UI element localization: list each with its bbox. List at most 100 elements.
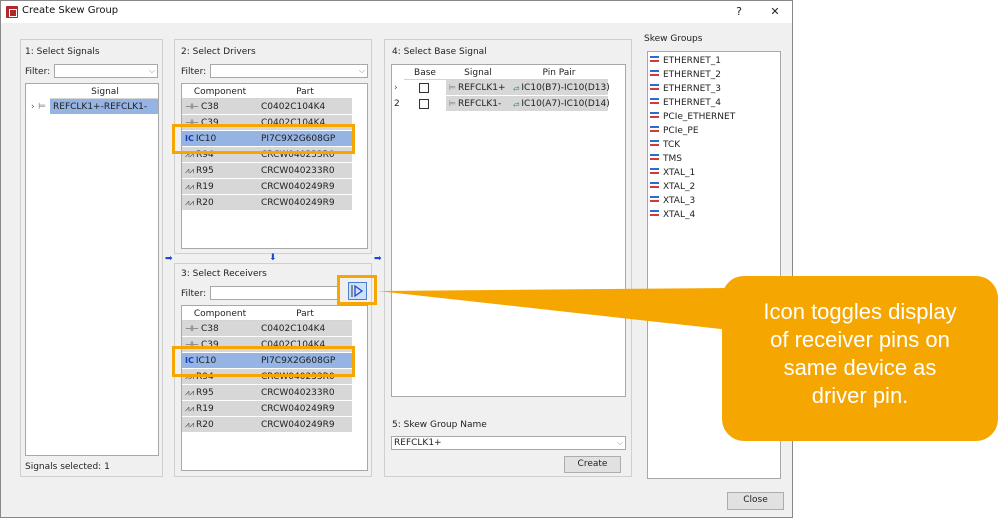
- col-signal: Signal: [446, 66, 510, 80]
- list-item[interactable]: XTAL_1: [650, 166, 695, 180]
- base-signal-header: 4: Select Base Signal: [392, 47, 487, 57]
- resistor-icon: ⩘⩘: [185, 198, 195, 207]
- highlight-driver-ic10: [172, 124, 355, 154]
- receivers-header: 3: Select Receivers: [181, 269, 267, 279]
- callout-line: of receiver pins on: [770, 327, 950, 352]
- table-row[interactable]: ⩘⩘ R19 CRCW040249R9: [182, 401, 352, 417]
- receivers-filter-input[interactable]: [210, 286, 340, 300]
- table-row[interactable]: ⊣⊢ C38 C0402C104K4: [182, 321, 352, 337]
- drivers-filter-input[interactable]: ⌵: [210, 64, 368, 78]
- app-icon: [6, 6, 18, 18]
- list-item[interactable]: XTAL_3: [650, 194, 695, 208]
- col-base: Base: [404, 66, 446, 80]
- skew-group-icon: [650, 139, 660, 148]
- receivers-filter-label: Filter:: [181, 289, 207, 299]
- skew-groups-header: Skew Groups: [644, 34, 703, 44]
- skew-group-icon: [650, 83, 660, 92]
- part-number: CRCW040249R9: [258, 179, 352, 195]
- highlight-toggle-icon: [337, 275, 377, 305]
- chevron-down-icon: ⌵: [358, 66, 365, 75]
- drivers-col-part: Part: [258, 85, 352, 99]
- table-row[interactable]: ⩘⩘ R95 CRCW040233R0: [182, 163, 352, 179]
- callout-line: same device as: [783, 355, 937, 380]
- signals-column-header: Signal: [50, 85, 158, 99]
- skew-group-icon: [650, 195, 660, 204]
- table-row[interactable]: ⩘⩘ R19 CRCW040249R9: [182, 179, 352, 195]
- table-row[interactable]: 2 ⊨ REFCLK1- ⥄ IC10(A7)-IC10(D14): [392, 96, 625, 112]
- list-item[interactable]: XTAL_2: [650, 180, 695, 194]
- highlight-receiver-ic10: [172, 346, 355, 377]
- chevron-down-icon: ⌵: [616, 438, 623, 447]
- list-item[interactable]: ETHERNET_3: [650, 82, 721, 96]
- arrow-down-icon: ⬇: [269, 253, 277, 263]
- drivers-grid[interactable]: Component Part ⊣⊢ C38 C0402C104K4 ⊣⊢ C39 C…: [181, 83, 368, 249]
- capacitor-icon: ⊣⊢: [185, 102, 199, 111]
- component-name: R19: [196, 182, 214, 192]
- list-item[interactable]: TCK: [650, 138, 680, 152]
- component-name: R19: [196, 404, 214, 414]
- drivers-col-component: Component: [182, 85, 258, 99]
- part-number: CRCW040249R9: [258, 401, 352, 417]
- window-title: Create Skew Group: [22, 5, 119, 16]
- list-item[interactable]: PCIe_ETHERNET: [650, 110, 735, 124]
- pin-pair-icon: ⥄: [513, 83, 520, 92]
- component-name: R95: [196, 166, 214, 176]
- skew-group-icon: [650, 69, 660, 78]
- callout-line: driver pin.: [811, 383, 909, 408]
- pin-pair-icon: ⥄: [513, 99, 520, 108]
- list-item[interactable]: ETHERNET_1: [650, 54, 721, 68]
- signals-filter-label: Filter:: [25, 67, 51, 77]
- signals-panel: 1: Select Signals Filter: ⌵ Signal › ⊨ R…: [20, 39, 163, 477]
- title-bar: Create Skew Group ? ✕: [1, 1, 792, 23]
- skew-group-icon: [650, 181, 660, 190]
- help-button[interactable]: ?: [727, 3, 751, 21]
- signals-status: Signals selected: 1: [25, 462, 110, 472]
- row-indicator: ›: [394, 80, 404, 96]
- table-row[interactable]: ⊣⊢ C38 C0402C104K4: [182, 99, 352, 115]
- table-row[interactable]: ⩘⩘ R95 CRCW040233R0: [182, 385, 352, 401]
- close-window-button[interactable]: ✕: [763, 3, 787, 21]
- resistor-icon: ⩘⩘: [185, 166, 195, 175]
- table-row[interactable]: › ⊨ REFCLK1+ ⥄ IC10(B7)-IC10(D13): [392, 80, 625, 96]
- part-number: C0402C104K4: [258, 99, 352, 115]
- capacitor-icon: ⊣⊢: [185, 324, 199, 333]
- skew-group-icon: [650, 125, 660, 134]
- signals-filter-input[interactable]: ⌵: [54, 64, 158, 78]
- arrow-right-icon: ➡: [165, 254, 173, 264]
- part-number: CRCW040249R9: [258, 417, 352, 433]
- skew-group-name-input[interactable]: REFCLK1+ ⌵: [391, 436, 626, 450]
- list-item[interactable]: TMS: [650, 152, 682, 166]
- diff-pair-icon: ⊨: [449, 99, 456, 108]
- signal-name: REFCLK1+: [457, 83, 506, 93]
- part-number: CRCW040249R9: [258, 195, 352, 211]
- create-button[interactable]: Create: [564, 456, 621, 473]
- row-indicator: 2: [394, 96, 404, 112]
- skew-group-icon: [650, 209, 660, 218]
- base-signal-grid[interactable]: Base Signal Pin Pair › ⊨ REFCLK1+ ⥄ IC10(B…: [391, 64, 626, 397]
- list-item[interactable]: PCIe_PE: [650, 124, 699, 138]
- component-name: C38: [200, 324, 219, 334]
- callout-bubble: Icon toggles display of receiver pins on…: [722, 276, 998, 441]
- part-number: C0402C104K4: [258, 321, 352, 337]
- list-item[interactable]: ETHERNET_2: [650, 68, 721, 82]
- part-number: CRCW040233R0: [258, 385, 352, 401]
- receivers-grid[interactable]: Component Part ⊣⊢ C38 C0402C104K4 ⊣⊢ C39 C…: [181, 305, 368, 471]
- receivers-col-part: Part: [258, 307, 352, 321]
- list-item[interactable]: XTAL_4: [650, 208, 695, 222]
- resistor-icon: ⩘⩘: [185, 388, 195, 397]
- signals-grid[interactable]: Signal › ⊨ REFCLK1+-REFCLK1-: [25, 83, 159, 456]
- skew-group-name-header: 5: Skew Group Name: [392, 420, 487, 430]
- skew-group-icon: [650, 153, 660, 162]
- table-row[interactable]: ⩘⩘ R20 CRCW040249R9: [182, 417, 352, 433]
- arrow-right-icon: ➡: [374, 254, 382, 264]
- list-item[interactable]: ETHERNET_4: [650, 96, 721, 110]
- skew-group-icon: [650, 111, 660, 120]
- close-button[interactable]: Close: [727, 492, 784, 510]
- base-checkbox[interactable]: [419, 99, 429, 109]
- table-row[interactable]: ⩘⩘ R20 CRCW040249R9: [182, 195, 352, 211]
- pin-pair-value: IC10(B7)-IC10(D13): [521, 83, 610, 93]
- table-row[interactable]: › ⊨ REFCLK1+-REFCLK1-: [26, 99, 158, 115]
- callout-line: Icon toggles display: [763, 299, 957, 324]
- base-checkbox[interactable]: [419, 83, 429, 93]
- skew-group-icon: [650, 55, 660, 64]
